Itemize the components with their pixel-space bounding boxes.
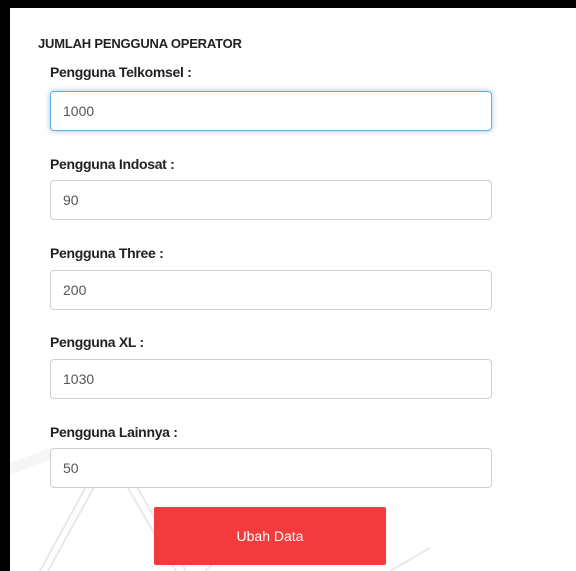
form-panel: JUMLAH PENGGUNA OPERATOR Pengguna Telkom… — [10, 8, 576, 571]
lainnya-label: Pengguna Lainnya : — [50, 424, 178, 440]
three-input[interactable] — [50, 270, 492, 310]
lainnya-input[interactable] — [50, 448, 492, 488]
form-title: JUMLAH PENGGUNA OPERATOR — [38, 36, 242, 51]
xl-input[interactable] — [50, 359, 492, 399]
indosat-input[interactable] — [50, 180, 492, 220]
three-label: Pengguna Three : — [50, 245, 164, 261]
telkomsel-input[interactable] — [50, 91, 492, 131]
ubah-data-button[interactable]: Ubah Data — [154, 507, 386, 565]
indosat-label: Pengguna Indosat : — [50, 156, 175, 172]
xl-label: Pengguna XL : — [50, 334, 144, 350]
telkomsel-label: Pengguna Telkomsel : — [50, 64, 192, 80]
